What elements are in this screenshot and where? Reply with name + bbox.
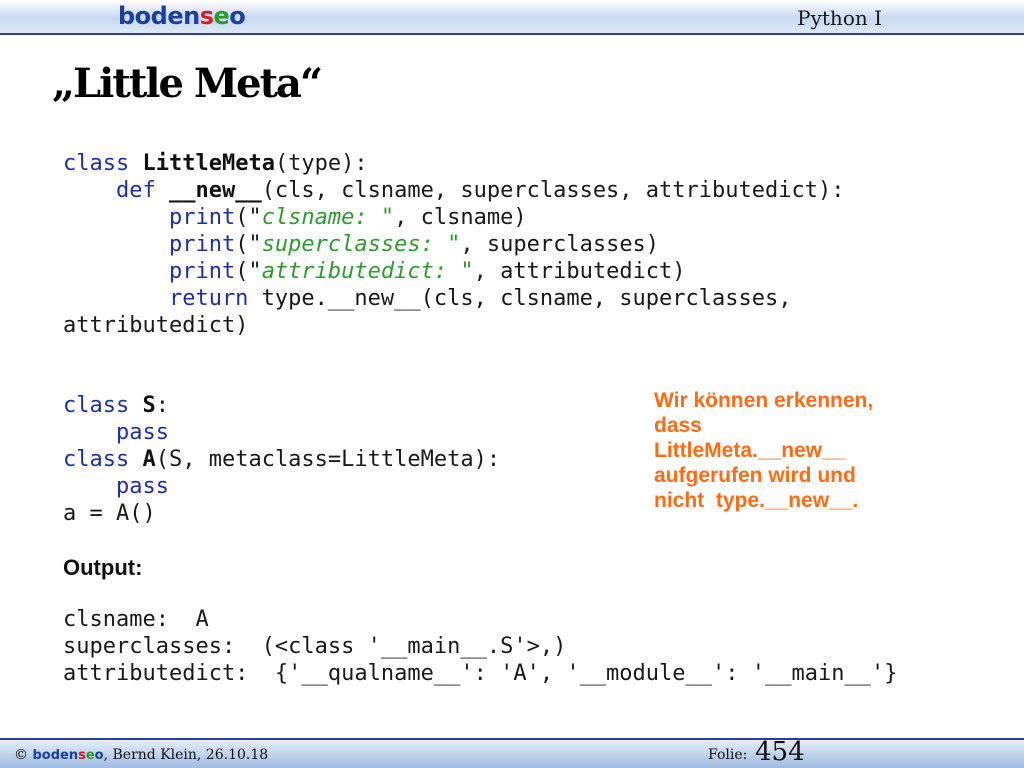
code-line: pass <box>63 474 169 499</box>
footer-credit: © bodenseo, Bernd Klein, 26.10.18 <box>14 747 268 763</box>
note-line: Wir können erkennen, <box>654 389 874 412</box>
code-block-classes: class S: pass class A(S, metaclass=Little… <box>63 392 500 527</box>
note-line: dass <box>654 414 702 437</box>
output-line: superclasses: (<class '__main__.S'>,) <box>63 634 567 659</box>
copyright-symbol: © <box>14 747 28 763</box>
output-label: Output: <box>63 555 143 580</box>
bodenseo-logo-small: bodenseo <box>32 748 104 763</box>
note-line: LittleMeta.__new__ <box>654 439 846 462</box>
bodenseo-logo: bodenseo <box>118 2 246 30</box>
orange-note: Wir können erkennen, dass LittleMeta.__n… <box>654 388 934 513</box>
note-line: aufgerufen wird und <box>654 464 856 487</box>
code-line: a = A() <box>63 501 156 526</box>
note-line: nicht type.__new__. <box>654 489 859 512</box>
code-line: attributedict) <box>63 313 249 338</box>
code-line: pass <box>63 420 169 445</box>
output-line: attributedict: {'__qualname__': 'A', '__… <box>63 661 898 686</box>
code-line: class LittleMeta(type): <box>63 151 368 176</box>
output-line: clsname: A <box>63 607 209 632</box>
code-line: print("attributedict: ", attributedict) <box>63 259 686 284</box>
author-date: , Bernd Klein, 26.10.18 <box>103 747 269 763</box>
slide-title: „Little Meta“ <box>52 60 323 107</box>
course-title: Python I <box>797 6 882 30</box>
header-bar: bodenseo Python I <box>0 0 1024 35</box>
footer-bar: © bodenseo, Bernd Klein, 26.10.18 Folie:… <box>0 737 1024 768</box>
code-line: print("superclasses: ", superclasses) <box>63 232 660 257</box>
output-block: clsname: Asuperclasses: (<class '__main_… <box>63 606 897 687</box>
code-line: def __new__(cls, clsname, superclasses, … <box>63 178 845 203</box>
code-block-metaclass: class LittleMeta(type): def __new__(cls,… <box>63 150 844 339</box>
code-line: class A(S, metaclass=LittleMeta): <box>63 447 501 472</box>
code-line: print("clsname: ", clsname) <box>63 205 527 230</box>
folie-label: Folie: <box>708 747 748 763</box>
page-number: 454 <box>755 737 805 767</box>
code-line: return type.__new__(cls, clsname, superc… <box>63 286 792 311</box>
code-line: class S: <box>63 393 169 418</box>
